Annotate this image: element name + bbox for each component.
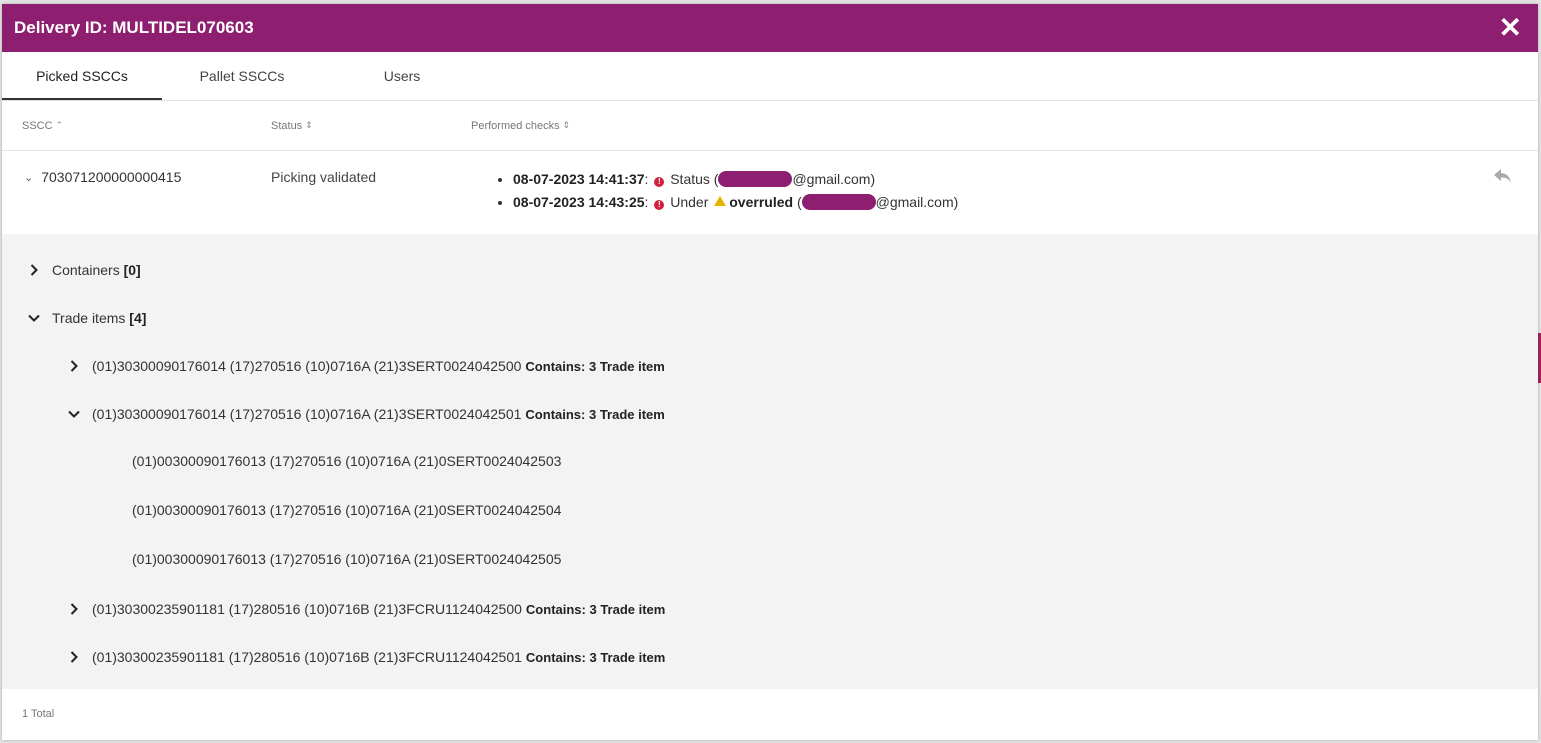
modal-header: Delivery ID: MULTIDEL070603 ✕ — [2, 4, 1538, 52]
status-value: Picking validated — [271, 169, 377, 185]
table-footer: 1 Total — [2, 690, 1538, 740]
column-header-status[interactable]: Status ⇕ — [271, 120, 313, 132]
error-icon: ! — [654, 200, 665, 210]
performed-checks-list: 08-07-2023 14:41:37: ! Status (@gmail.co… — [496, 168, 958, 214]
check-text: Under — [670, 194, 709, 210]
row-detail-panel: Containers [0] Trade items [4] (01)30300… — [2, 234, 1538, 689]
trade-item-node[interactable]: (01)30300090176014 (17)270516 (10)0716A … — [64, 356, 665, 376]
tree-node-trade-items[interactable]: Trade items [4] — [24, 308, 146, 328]
sort-ascending-icon: ⌃ — [55, 120, 64, 130]
total-count: 1 Total — [22, 708, 55, 720]
check-item: 08-07-2023 14:43:25: ! Under overruled (… — [513, 191, 958, 214]
modal-title: Delivery ID: MULTIDEL070603 — [14, 18, 254, 37]
check-timestamp: 08-07-2023 14:43:25 — [513, 194, 645, 210]
sscc-value: 703071200000000415 — [41, 169, 182, 185]
table-row: ⌄ 703071200000000415 Picking validated 0… — [2, 151, 1538, 235]
chevron-right-icon[interactable] — [64, 647, 84, 667]
column-header-sscc[interactable]: SSCC ⌃ — [22, 120, 63, 132]
trade-item-node[interactable]: (01)30300235901181 (17)280516 (10)0716B … — [64, 599, 665, 619]
check-timestamp: 08-07-2023 14:41:37 — [513, 171, 645, 187]
trade-item-node[interactable]: (01)30300235901181 (17)280516 (10)0716B … — [64, 647, 665, 667]
redacted-email — [801, 194, 876, 210]
tab-bar: Picked SSCCs Pallet SSCCs Users — [2, 52, 1538, 101]
chevron-down-icon[interactable] — [64, 404, 84, 424]
sort-icon: ⇕ — [305, 120, 313, 130]
delivery-modal: Delivery ID: MULTIDEL070603 ✕ Picked SSC… — [2, 4, 1538, 740]
overruled-label: overruled — [729, 194, 794, 210]
warning-icon — [714, 196, 727, 206]
tab-picked-ssccs[interactable]: Picked SSCCs — [2, 52, 162, 100]
table-header: SSCC ⌃ Status ⇕ Performed checks ⇕ — [2, 101, 1538, 151]
error-icon: ! — [654, 177, 665, 187]
chevron-down-icon[interactable]: ⌄ — [24, 171, 33, 184]
tree-node-containers[interactable]: Containers [0] — [24, 260, 141, 280]
tab-pallet-ssccs[interactable]: Pallet SSCCs — [162, 52, 322, 100]
chevron-right-icon[interactable] — [64, 356, 84, 376]
chevron-right-icon[interactable] — [64, 599, 84, 619]
chevron-down-icon[interactable] — [24, 308, 44, 328]
trade-item-node[interactable]: (01)30300090176014 (17)270516 (10)0716A … — [64, 404, 665, 424]
chevron-right-icon[interactable] — [24, 260, 44, 280]
sscc-cell: ⌄ 703071200000000415 — [24, 169, 181, 185]
sort-icon: ⇕ — [562, 120, 571, 130]
trade-item-child: (01)00300090176013 (17)270516 (10)0716A … — [132, 453, 562, 469]
reply-icon[interactable] — [1494, 169, 1512, 186]
check-text: Status ( — [670, 171, 719, 187]
redacted-email — [718, 171, 793, 187]
trade-item-child: (01)00300090176013 (17)270516 (10)0716A … — [132, 502, 562, 518]
trade-item-child: (01)00300090176013 (17)270516 (10)0716A … — [132, 551, 562, 567]
close-icon[interactable]: ✕ — [1499, 14, 1522, 42]
check-item: 08-07-2023 14:41:37: ! Status (@gmail.co… — [513, 168, 958, 191]
column-header-performed-checks[interactable]: Performed checks ⇕ — [471, 120, 570, 132]
tab-users[interactable]: Users — [322, 52, 482, 100]
